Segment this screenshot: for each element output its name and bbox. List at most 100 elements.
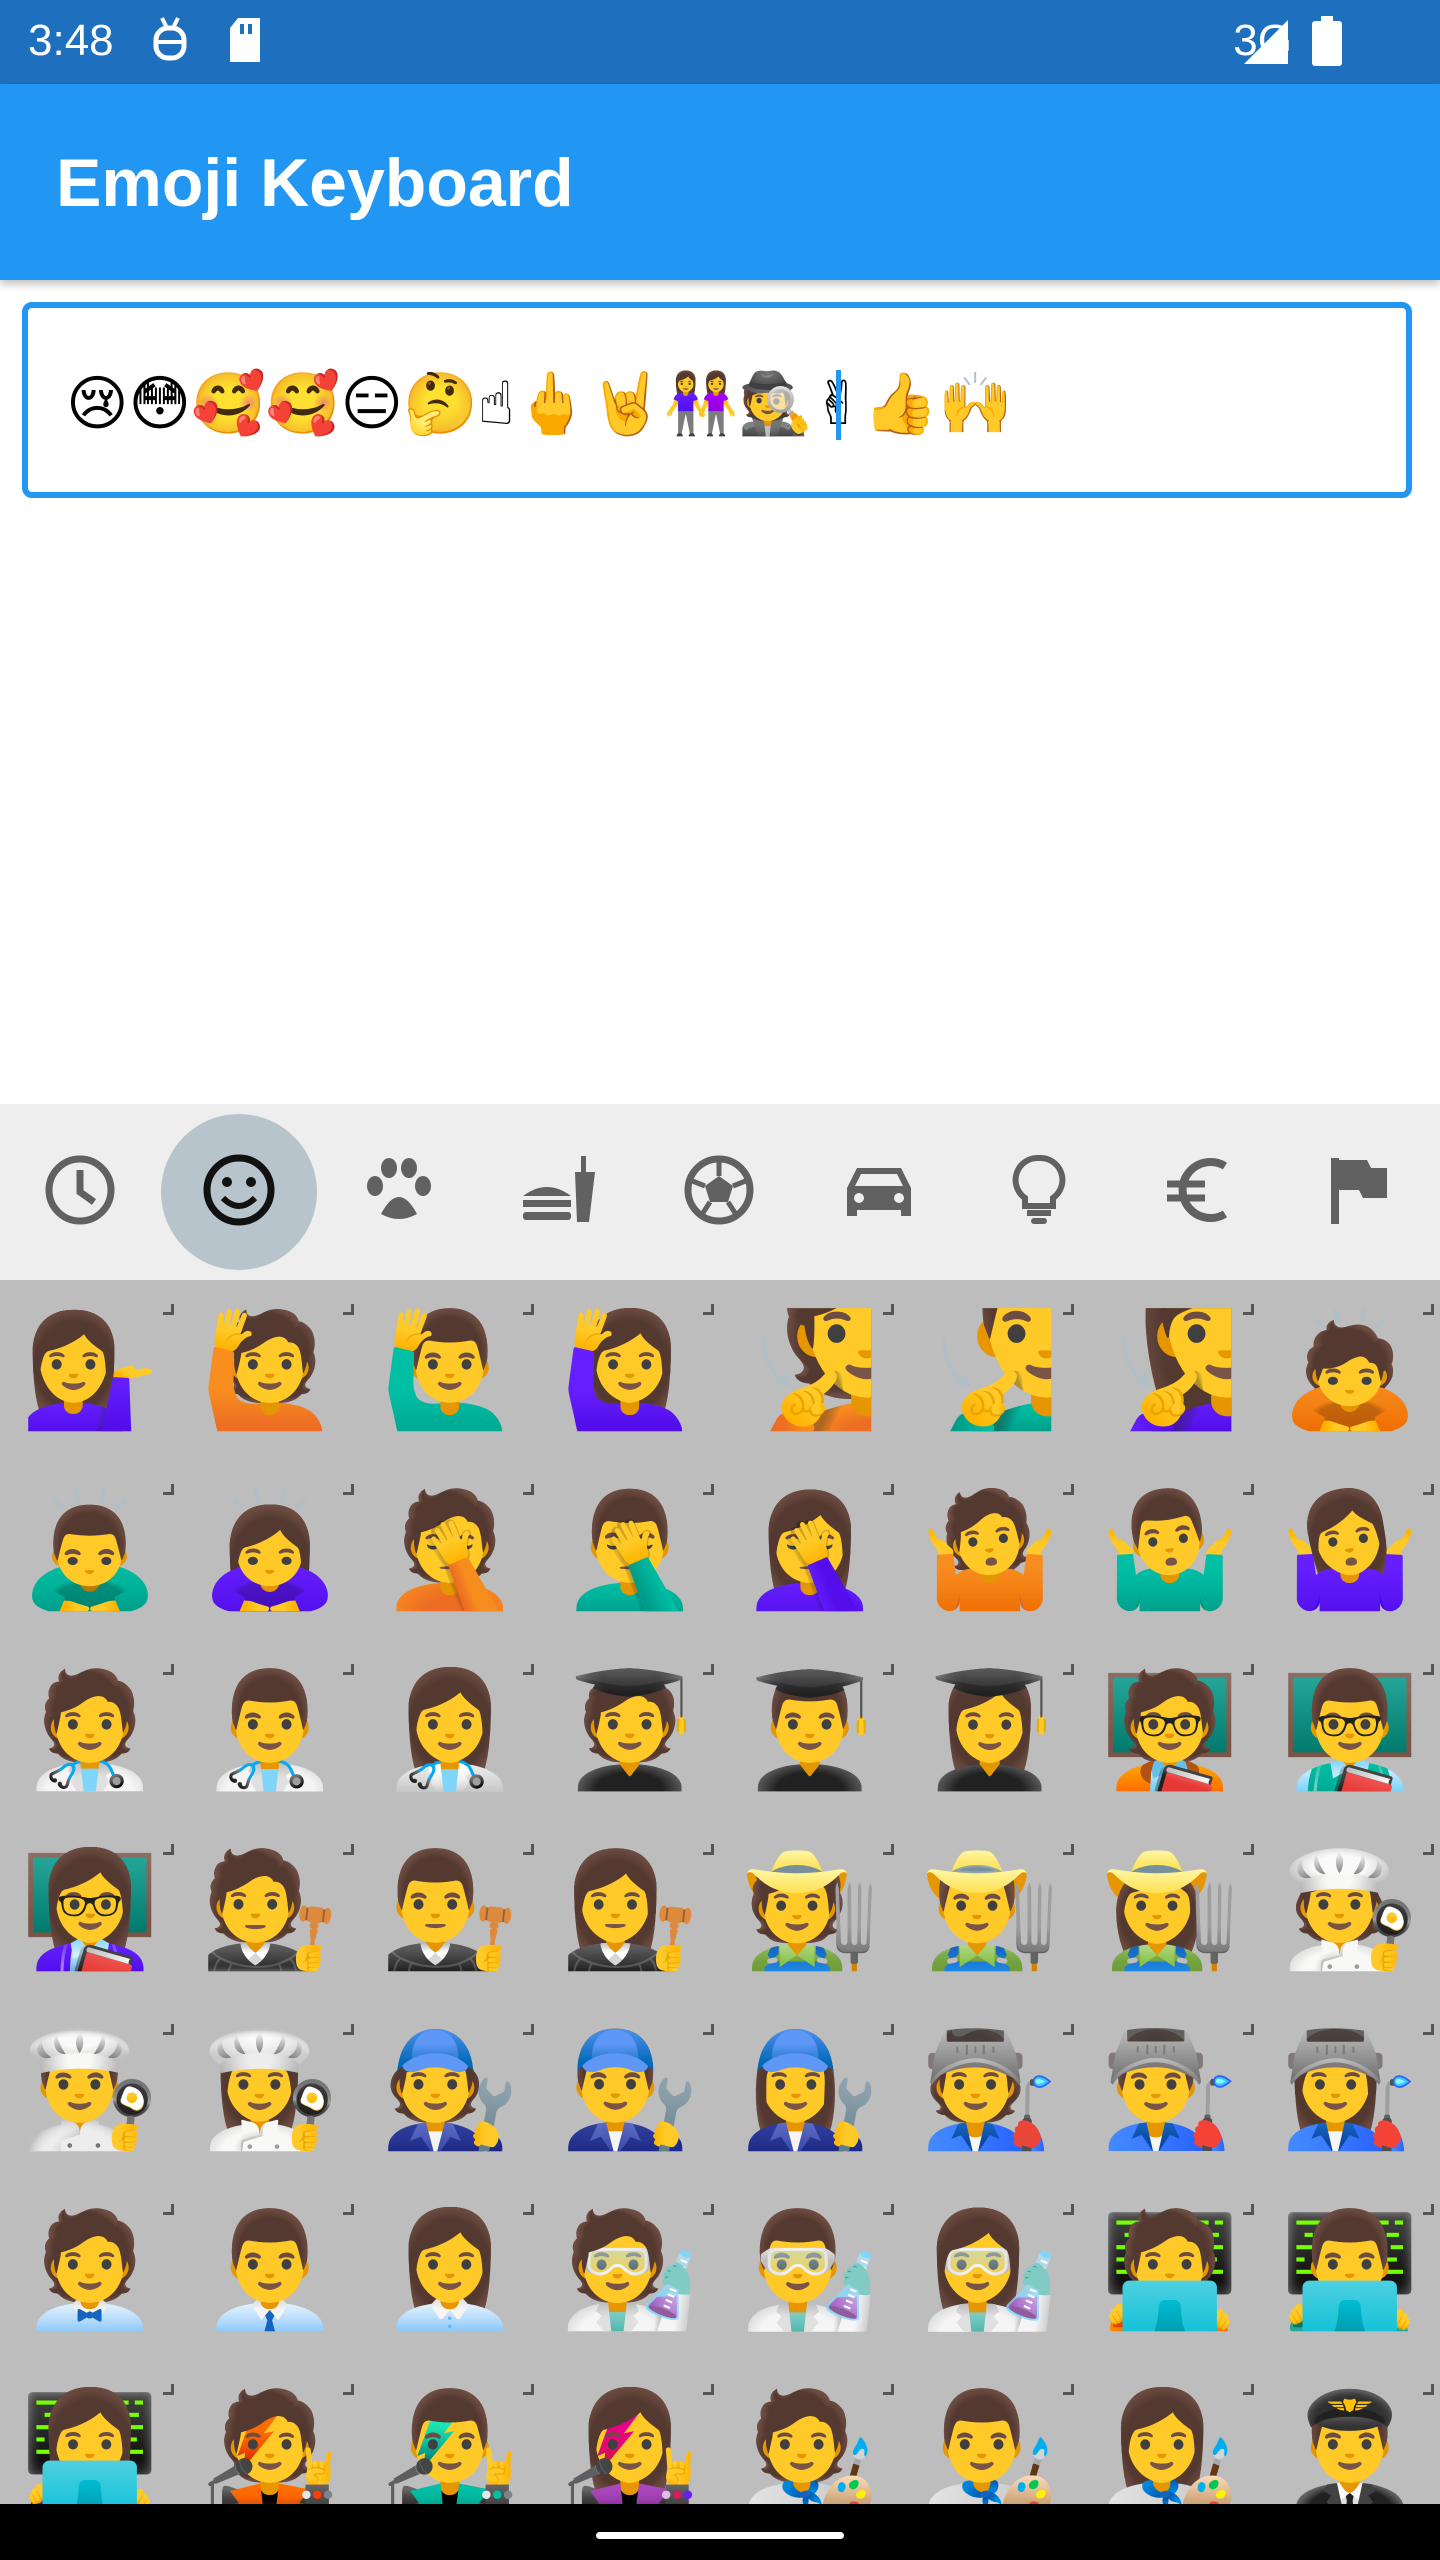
variant-indicator — [703, 1304, 714, 1315]
emoji-key[interactable]: 👨‍⚖️ — [360, 1820, 540, 2000]
emoji-key[interactable]: 🙇 — [1260, 1280, 1440, 1460]
euro-icon — [1161, 1152, 1237, 1233]
emoji-key[interactable]: 🧑‍🌾 — [720, 1820, 900, 2000]
emoji-key[interactable]: 🧑‍🏫 — [1080, 1640, 1260, 1820]
variant-indicator — [1423, 1484, 1434, 1495]
variant-indicator — [883, 2204, 894, 2215]
tab-travel[interactable] — [801, 1114, 957, 1270]
tab-animals[interactable] — [321, 1114, 477, 1270]
variant-indicator — [703, 2024, 714, 2035]
home-handle[interactable] — [596, 2532, 844, 2539]
emoji-key[interactable]: 👩‍🏭 — [1260, 2000, 1440, 2180]
variant-indicator — [1063, 1484, 1074, 1495]
emoji-key[interactable]: 👨‍🌾 — [900, 1820, 1080, 2000]
variant-indicator — [343, 1484, 354, 1495]
variant-indicator — [1243, 2024, 1254, 2035]
variant-indicator — [1063, 2384, 1074, 2395]
emoji-key[interactable]: 👨‍🔧 — [540, 2000, 720, 2180]
app-title: Emoji Keyboard — [56, 145, 574, 221]
tab-recent[interactable] — [2, 1114, 158, 1270]
emoji-key[interactable]: 🧑‍🎨 — [720, 2360, 900, 2504]
emoji-key[interactable]: 👨‍✈️ — [1260, 2360, 1440, 2504]
emoji-key[interactable]: 👨‍💼 — [180, 2180, 360, 2360]
emoji-key[interactable]: 👨‍🎤 — [360, 2360, 540, 2504]
emoji-key[interactable]: 🙋 — [180, 1280, 360, 1460]
variant-indicator — [1423, 2024, 1434, 2035]
variant-indicator — [703, 1664, 714, 1675]
tab-smileys[interactable] — [161, 1114, 317, 1270]
android-debug-icon — [150, 14, 190, 71]
emoji-key[interactable]: 🙇‍♂️ — [0, 1460, 180, 1640]
emoji-key[interactable]: 🧑‍🔧 — [360, 2000, 540, 2180]
emoji-key[interactable]: 👩‍🏫 — [0, 1820, 180, 2000]
tab-objects[interactable] — [961, 1114, 1117, 1270]
emoji-key[interactable]: 👨‍🏭 — [1080, 2000, 1260, 2180]
emoji-key[interactable]: 👨‍🎨 — [900, 2360, 1080, 2504]
emoji-key[interactable]: 👩‍⚖️ — [540, 1820, 720, 2000]
tab-food[interactable] — [481, 1114, 637, 1270]
variant-indicator — [1243, 1304, 1254, 1315]
emoji-key[interactable]: 🧏‍♀️ — [1080, 1280, 1260, 1460]
tab-activities[interactable] — [641, 1114, 797, 1270]
emoji-key[interactable]: 👨‍⚕️ — [180, 1640, 360, 1820]
emoji-key[interactable]: 🧑‍⚕️ — [0, 1640, 180, 1820]
emoji-key[interactable]: 👩‍🔧 — [720, 2000, 900, 2180]
emoji-key[interactable]: 🧑‍💻 — [1080, 2180, 1260, 2360]
emoji-key[interactable]: 👨‍💻 — [1260, 2180, 1440, 2360]
emoji-key[interactable]: 🤦 — [360, 1460, 540, 1640]
emoji-key[interactable]: 🤷 — [900, 1460, 1080, 1640]
variant-indicator — [1063, 1304, 1074, 1315]
emoji-key[interactable]: 🧑‍🎤 — [180, 2360, 360, 2504]
emoji-key[interactable]: 👨‍🎓 — [720, 1640, 900, 1820]
sd-card-icon — [226, 14, 266, 71]
variant-indicator — [343, 1664, 354, 1675]
emoji-key[interactable]: 👩‍🍳 — [180, 2000, 360, 2180]
emoji-key[interactable]: 👩‍🎤 — [540, 2360, 720, 2504]
variant-indicator — [883, 2024, 894, 2035]
variant-indicator — [523, 2024, 534, 2035]
emoji-key[interactable]: 🧏‍♂️ — [900, 1280, 1080, 1460]
emoji-key[interactable]: 🧑‍⚖️ — [180, 1820, 360, 2000]
variant-indicator — [1063, 2024, 1074, 2035]
emoji-key[interactable]: 🤦‍♀️ — [720, 1460, 900, 1640]
tab-flags[interactable] — [1281, 1114, 1437, 1270]
variant-indicator — [163, 2204, 174, 2215]
variant-indicator — [1423, 2384, 1434, 2395]
emoji-key[interactable]: 👨‍🍳 — [0, 2000, 180, 2180]
variant-indicator — [343, 2384, 354, 2395]
emoji-key[interactable]: 🤷‍♀️ — [1260, 1460, 1440, 1640]
emoji-key[interactable]: 💁‍♀️ — [0, 1280, 180, 1460]
emoji-key[interactable]: 🧑‍💼 — [0, 2180, 180, 2360]
emoji-key[interactable]: 👩‍🎨 — [1080, 2360, 1260, 2504]
recent-icon — [42, 1152, 118, 1233]
food-icon — [519, 1152, 599, 1233]
emoji-key[interactable]: 🤦‍♂️ — [540, 1460, 720, 1640]
emoji-key[interactable]: 🧏 — [720, 1280, 900, 1460]
variant-indicator — [343, 2204, 354, 2215]
emoji-key[interactable]: 👩‍⚕️ — [360, 1640, 540, 1820]
emoji-key[interactable]: 👩‍🌾 — [1080, 1820, 1260, 2000]
emoji-key[interactable]: 🙋‍♀️ — [540, 1280, 720, 1460]
tab-symbols[interactable] — [1121, 1114, 1277, 1270]
emoji-key[interactable]: 👩‍🔬 — [900, 2180, 1080, 2360]
variant-indicator — [523, 2204, 534, 2215]
variant-indicator — [163, 1304, 174, 1315]
emoji-key[interactable]: 🧑‍🍳 — [1260, 1820, 1440, 2000]
emoji-key[interactable]: 🧑‍🔬 — [540, 2180, 720, 2360]
variant-indicator — [163, 2384, 174, 2395]
variant-indicator — [163, 1664, 174, 1675]
emoji-key[interactable]: 🙇‍♀️ — [180, 1460, 360, 1640]
emoji-key[interactable]: 🤷‍♂️ — [1080, 1460, 1260, 1640]
emoji-key[interactable]: 🙋‍♂️ — [360, 1280, 540, 1460]
emoji-key[interactable]: 👨‍🏫 — [1260, 1640, 1440, 1820]
status-time: 3:48 — [28, 16, 114, 65]
emoji-key[interactable]: 👨‍🔬 — [720, 2180, 900, 2360]
emoji-key[interactable]: 🧑‍🏭 — [900, 2000, 1080, 2180]
emoji-input-field[interactable]: 😢😳🥰🥰😑🤔☝🖕🤘👭🕵✌👍🙌 — [22, 302, 1412, 498]
emoji-key[interactable]: 👩‍🎓 — [900, 1640, 1080, 1820]
variant-indicator — [343, 1844, 354, 1855]
emoji-key[interactable]: 🧑‍🎓 — [540, 1640, 720, 1820]
emoji-key[interactable]: 👩‍💻 — [0, 2360, 180, 2504]
emoji-key[interactable]: 👩‍💼 — [360, 2180, 540, 2360]
navigation-bar — [0, 2504, 1440, 2560]
